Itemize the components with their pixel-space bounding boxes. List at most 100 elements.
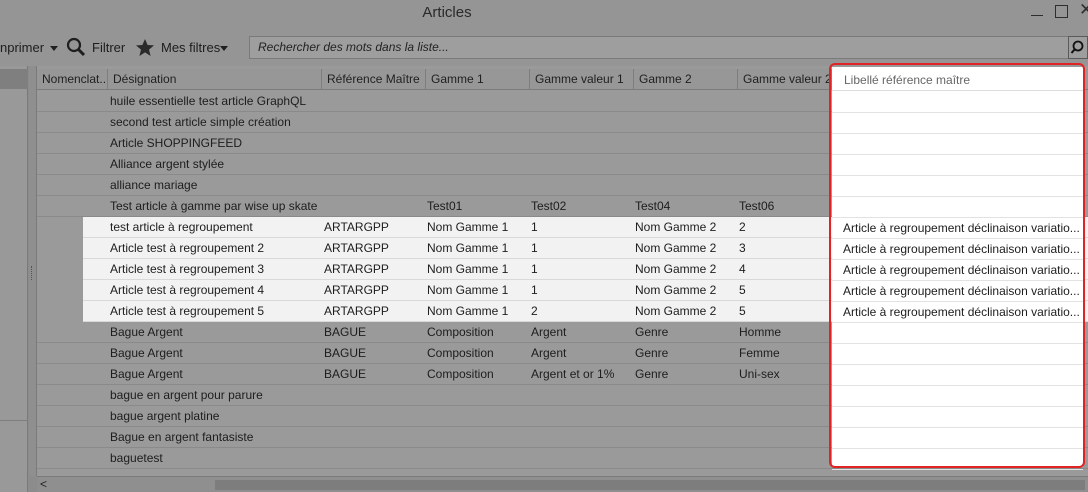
cell-designation: Article test à regroupement 2 [110, 241, 265, 255]
cell-master-reference: BAGUE [324, 346, 367, 360]
cell-master-reference [324, 196, 424, 217]
cell-range-2: Nom Gamme 2 [635, 241, 717, 255]
cell-range-value-1: Argent [531, 325, 567, 339]
cell-designation: bague en argent pour parure [110, 388, 263, 402]
cell-range-2 [635, 112, 735, 133]
cell-nomenclature [42, 427, 108, 448]
cell-range-1: Nom Gamme 1 [427, 241, 509, 255]
cell-range-1: Composition [427, 367, 494, 381]
cell-designation: Bague Argent [110, 325, 183, 339]
cell-designation: Alliance argent stylée [110, 157, 225, 171]
cell-range-value-2 [739, 448, 831, 469]
search-placeholder: Rechercher des mots dans la liste... [258, 40, 449, 54]
cell-range-value-1 [531, 427, 631, 448]
title-bar: Articles ✕ [0, 0, 1088, 28]
cell-nomenclature [42, 112, 108, 133]
cell-nomenclature [42, 91, 108, 112]
cell-nomenclature [42, 175, 108, 196]
cell-range-2 [635, 154, 735, 175]
cell-nomenclature [42, 364, 108, 385]
column-header-range-value-2[interactable]: Gamme valeur 2 [738, 69, 832, 90]
cell-range-2: Nom Gamme 2 [635, 283, 717, 297]
filter-button[interactable]: Filtrer [92, 40, 125, 55]
cell-range-2: Test04 [635, 199, 671, 213]
left-pane [0, 66, 28, 492]
close-icon[interactable]: ✕ [1079, 0, 1088, 20]
column-header-nomenclature[interactable]: Nomenclat... [37, 69, 108, 90]
cell-range-value-1: Argent et or 1% [531, 367, 615, 381]
splitter-grip-icon[interactable] [31, 266, 34, 280]
column-header-range-2[interactable]: Gamme 2 [634, 69, 738, 90]
search-button[interactable] [1068, 36, 1088, 59]
search-filter-icon[interactable] [66, 37, 86, 60]
search-input[interactable]: Rechercher des mots dans la liste... [249, 36, 1069, 59]
cell-range-value-1: 1 [531, 283, 538, 297]
star-icon[interactable] [135, 38, 155, 60]
cell-master-reference [324, 385, 424, 406]
cell-range-value-2 [739, 91, 831, 112]
cell-range-1 [427, 133, 527, 154]
my-filters-button[interactable]: Mes filtres [161, 40, 220, 55]
cell-range-1 [427, 406, 527, 427]
cell-range-value-2: 5 [739, 304, 746, 318]
cell-master-reference: BAGUE [324, 367, 367, 381]
scrollbar-thumb[interactable] [215, 480, 1085, 490]
cell-designation: alliance mariage [110, 178, 198, 192]
cell-nomenclature [42, 322, 108, 343]
cell-range-1 [427, 154, 527, 175]
scroll-left-icon[interactable]: < [40, 477, 47, 491]
cell-range-value-2: Femme [739, 346, 780, 360]
cell-nomenclature [42, 259, 108, 280]
cell-nomenclature [42, 154, 108, 175]
horizontal-scrollbar[interactable]: < [37, 476, 1088, 492]
cell-range-value-2: Homme [739, 325, 782, 339]
cell-designation: Article test à regroupement 3 [110, 262, 265, 276]
cell-range-2 [635, 133, 735, 154]
cell-range-value-2: 4 [739, 262, 746, 276]
cell-master-reference [324, 112, 424, 133]
cell-master-reference: ARTARGPP [324, 241, 389, 255]
cell-range-value-2 [739, 133, 831, 154]
cell-nomenclature [42, 238, 108, 259]
cell-designation: huile essentielle test article GraphQL [110, 94, 307, 108]
cell-nomenclature [42, 301, 108, 322]
cell-range-1: Nom Gamme 1 [427, 304, 509, 318]
column-header-range-value-1[interactable]: Gamme valeur 1 [530, 69, 634, 90]
cell-range-value-2 [739, 112, 831, 133]
column-header-range-1[interactable]: Gamme 1 [426, 69, 530, 90]
cell-range-1 [427, 427, 527, 448]
cell-range-1 [427, 385, 527, 406]
cell-range-2: Genre [635, 325, 669, 339]
cell-range-value-1 [531, 448, 631, 469]
cell-range-value-2: 3 [739, 241, 746, 255]
cell-range-2 [635, 406, 735, 427]
cell-range-value-1 [531, 154, 631, 175]
cell-range-2 [635, 427, 735, 448]
cell-master-reference: ARTARGPP [324, 220, 389, 234]
cell-range-2: Nom Gamme 2 [635, 220, 717, 234]
cell-range-value-1 [531, 175, 631, 196]
cell-designation: Article SHOPPINGFEED [110, 136, 243, 150]
cell-range-value-1 [531, 133, 631, 154]
print-button[interactable]: nprimer [0, 40, 44, 55]
column-header-designation[interactable]: Désignation [108, 69, 322, 90]
cell-designation: Article test à regroupement 4 [110, 283, 265, 297]
cell-nomenclature [42, 217, 108, 238]
cell-range-2 [635, 91, 735, 112]
pane-splitter[interactable] [29, 66, 37, 476]
column-header-master-reference[interactable]: Référence Maître [322, 69, 426, 90]
cell-nomenclature [42, 133, 108, 154]
cell-range-1 [427, 448, 527, 469]
cell-range-value-2 [739, 154, 831, 175]
cell-master-reference [324, 406, 424, 427]
cell-nomenclature [42, 280, 108, 301]
cell-range-value-2 [739, 427, 831, 448]
maximize-icon[interactable] [1055, 5, 1068, 18]
print-dropdown-icon[interactable] [50, 46, 58, 51]
my-filters-dropdown-icon[interactable] [220, 46, 228, 51]
window-title: Articles [422, 4, 472, 21]
cell-range-2 [635, 385, 735, 406]
minimize-icon[interactable] [1031, 15, 1043, 16]
cell-range-1 [427, 112, 527, 133]
cell-designation: second test article simple création [110, 115, 291, 129]
